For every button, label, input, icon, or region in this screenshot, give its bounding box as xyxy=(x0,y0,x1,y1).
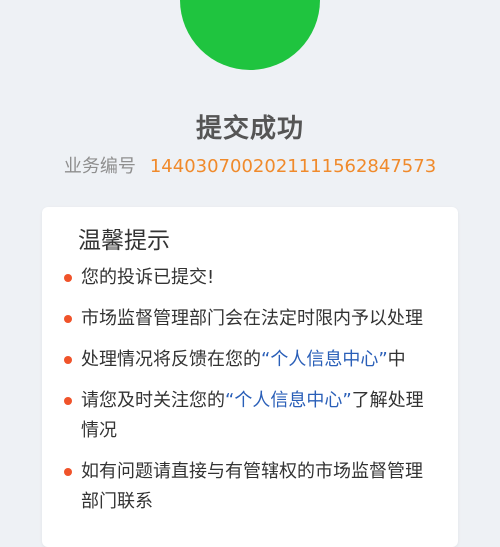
page-title: 提交成功 xyxy=(195,114,304,144)
personal-info-center-link[interactable]: “个人信息中心” xyxy=(261,349,388,370)
check-mark-icon xyxy=(180,0,320,70)
bullet-dot-icon xyxy=(64,397,72,405)
bullet-dot-icon xyxy=(64,468,72,476)
bullet-dot-icon xyxy=(64,315,72,323)
notice-item-text: 市场监督管理部门会在法定时限内予以处理 xyxy=(81,308,423,329)
business-number-row: 业务编号 144030700202111156284757​3 xyxy=(0,152,500,178)
notice-item-text: 中 xyxy=(387,349,406,370)
notice-card: 温馨提示 您的投诉已提交! 市场监督管理部门会在法定时限内予以处理 处理情况将反… xyxy=(42,207,458,547)
business-number-value: 144030700202111156284757​3 xyxy=(149,156,437,177)
notice-item-text: 您的投诉已提交! xyxy=(81,267,215,288)
notice-item-text: 处理情况将反馈在您的 xyxy=(81,349,261,370)
notice-item: 处理情况将反馈在您的“个人信息中心”中 xyxy=(64,345,434,375)
notice-item: 您的投诉已提交! xyxy=(64,263,434,293)
bullet-dot-icon xyxy=(64,274,72,282)
bullet-dot-icon xyxy=(64,356,72,364)
notice-list: 您的投诉已提交! 市场监督管理部门会在法定时限内予以处理 处理情况将反馈在您的“… xyxy=(64,263,434,528)
notice-item: 市场监督管理部门会在法定时限内予以处理 xyxy=(64,304,434,334)
personal-info-center-link[interactable]: “个人信息中心” xyxy=(225,390,352,411)
notice-title: 温馨提示 xyxy=(78,228,170,254)
notice-item: 如有问题请直接与有管辖权的市场监督管理部门联系 xyxy=(64,457,434,517)
business-number-label: 业务编号 xyxy=(63,156,136,177)
notice-item-text: 请您及时关注您的 xyxy=(81,390,225,411)
notice-item: 请您及时关注您的“个人信息中心”了解处理情况 xyxy=(64,386,434,446)
notice-item-text: 如有问题请直接与有管辖权的市场监督管理部门联系 xyxy=(81,461,423,512)
success-check-icon xyxy=(180,0,320,70)
